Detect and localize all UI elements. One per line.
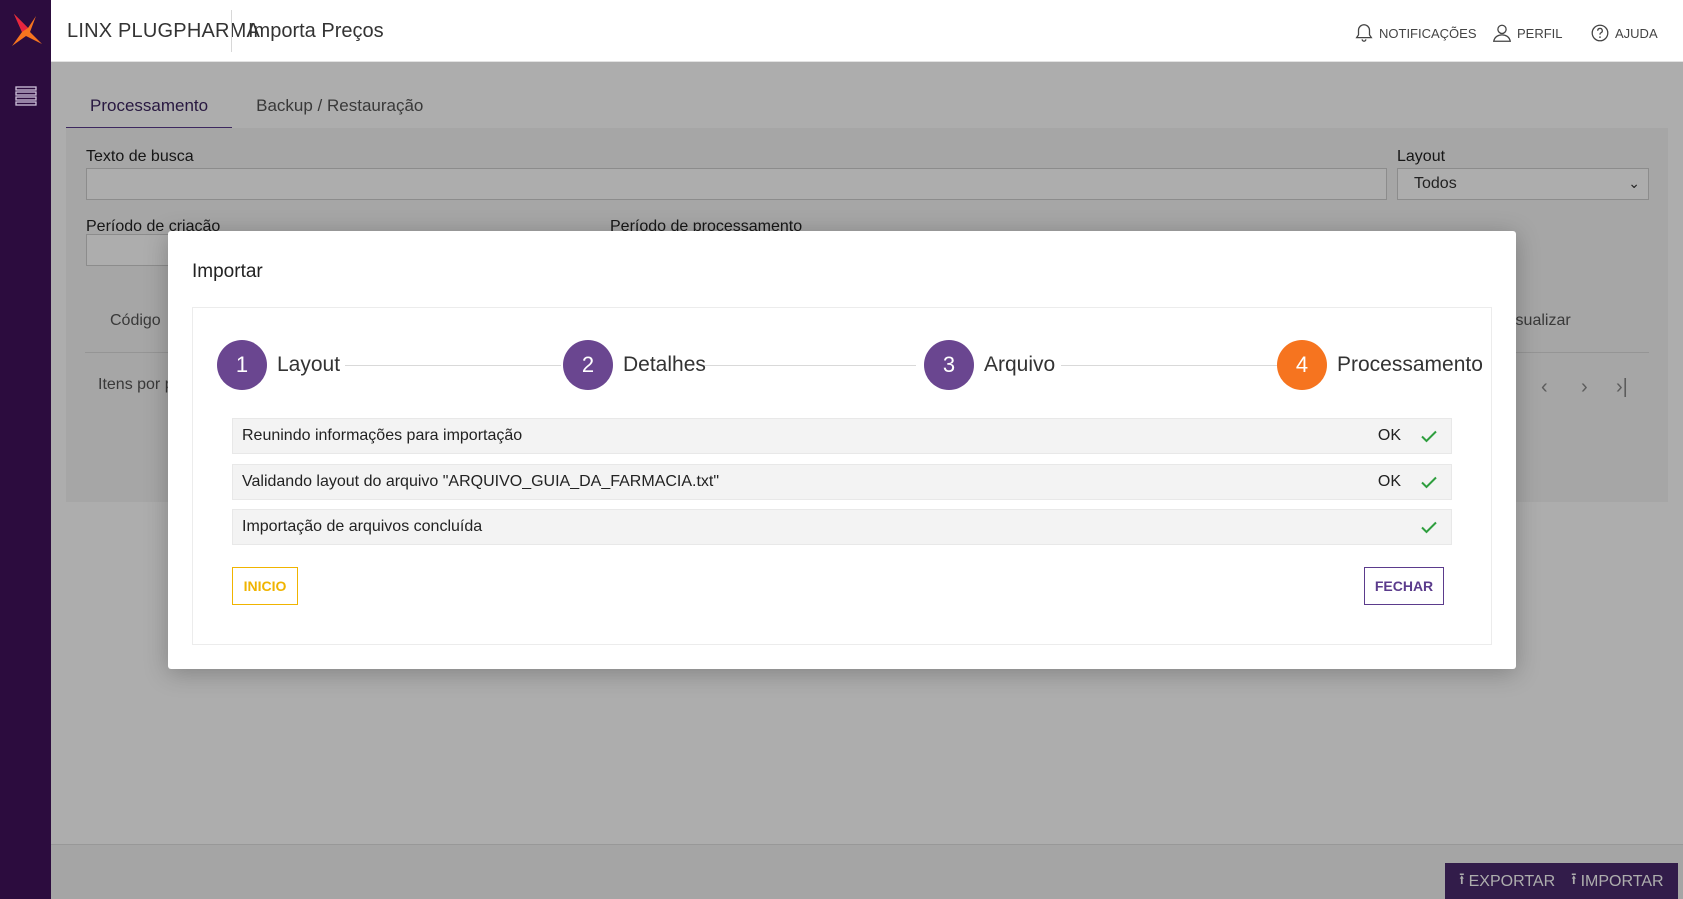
stepper: 1 Layout 2 Detalhes 3 Arquivo 4 Processa…	[217, 340, 1483, 390]
step-label: Processamento	[1337, 353, 1483, 376]
step-label: Layout	[277, 353, 341, 376]
step-number: 3	[924, 340, 974, 390]
status-text: Validando layout do arquivo "ARQUIVO_GUI…	[242, 473, 720, 490]
inicio-button[interactable]: INICIO	[232, 567, 298, 605]
top-header: LINX PLUGPHARMA Importa Preços NOTIFICAÇ…	[51, 0, 1683, 62]
step-label: Detalhes	[623, 353, 706, 376]
check-icon	[1421, 476, 1437, 489]
notifications-label: NOTIFICAÇÕES	[1379, 25, 1477, 41]
import-modal: Importar 1 Layout 2 Detalhes 3 Arquivo 4…	[168, 231, 1516, 669]
check-icon	[1421, 521, 1437, 534]
status-ok: OK	[1377, 473, 1401, 490]
step-connector	[704, 365, 916, 366]
step-connector	[1061, 365, 1279, 366]
page-title: Importa Preços	[248, 20, 384, 42]
step-number: 2	[563, 340, 613, 390]
profile-button[interactable]: PERFIL	[1491, 22, 1563, 44]
fechar-button[interactable]: FECHAR	[1364, 567, 1444, 605]
modal-body: 1 Layout 2 Detalhes 3 Arquivo 4 Processa…	[192, 307, 1492, 645]
step-layout[interactable]: 1 Layout	[217, 340, 340, 390]
step-arquivo[interactable]: 3 Arquivo	[924, 340, 1055, 390]
profile-label: PERFIL	[1517, 25, 1563, 41]
bell-icon	[1355, 24, 1373, 42]
status-row: Reunindo informações para importação OK	[232, 418, 1452, 454]
help-button[interactable]: AJUDA	[1589, 22, 1658, 44]
linx-logo-icon[interactable]	[6, 10, 46, 50]
modal-title: Importar	[192, 261, 263, 282]
step-number: 4	[1277, 340, 1327, 390]
notifications-button[interactable]: NOTIFICAÇÕES	[1353, 22, 1477, 44]
sidebar	[0, 0, 51, 899]
step-detalhes[interactable]: 2 Detalhes	[563, 340, 706, 390]
status-text: Reunindo informações para importação	[242, 427, 523, 444]
header-divider	[231, 10, 232, 52]
status-ok: OK	[1377, 427, 1401, 444]
help-label: AJUDA	[1615, 25, 1658, 41]
step-number: 1	[217, 340, 267, 390]
check-icon	[1421, 430, 1437, 443]
menu-icon[interactable]	[14, 84, 38, 108]
status-text: Importação de arquivos concluída	[242, 518, 483, 535]
status-row: Validando layout do arquivo "ARQUIVO_GUI…	[232, 464, 1452, 500]
step-label: Arquivo	[984, 353, 1056, 376]
step-processamento[interactable]: 4 Processamento	[1277, 340, 1483, 390]
step-connector	[345, 365, 561, 366]
help-icon	[1591, 24, 1609, 42]
user-icon	[1492, 24, 1512, 42]
status-row: Importação de arquivos concluída	[232, 509, 1452, 545]
